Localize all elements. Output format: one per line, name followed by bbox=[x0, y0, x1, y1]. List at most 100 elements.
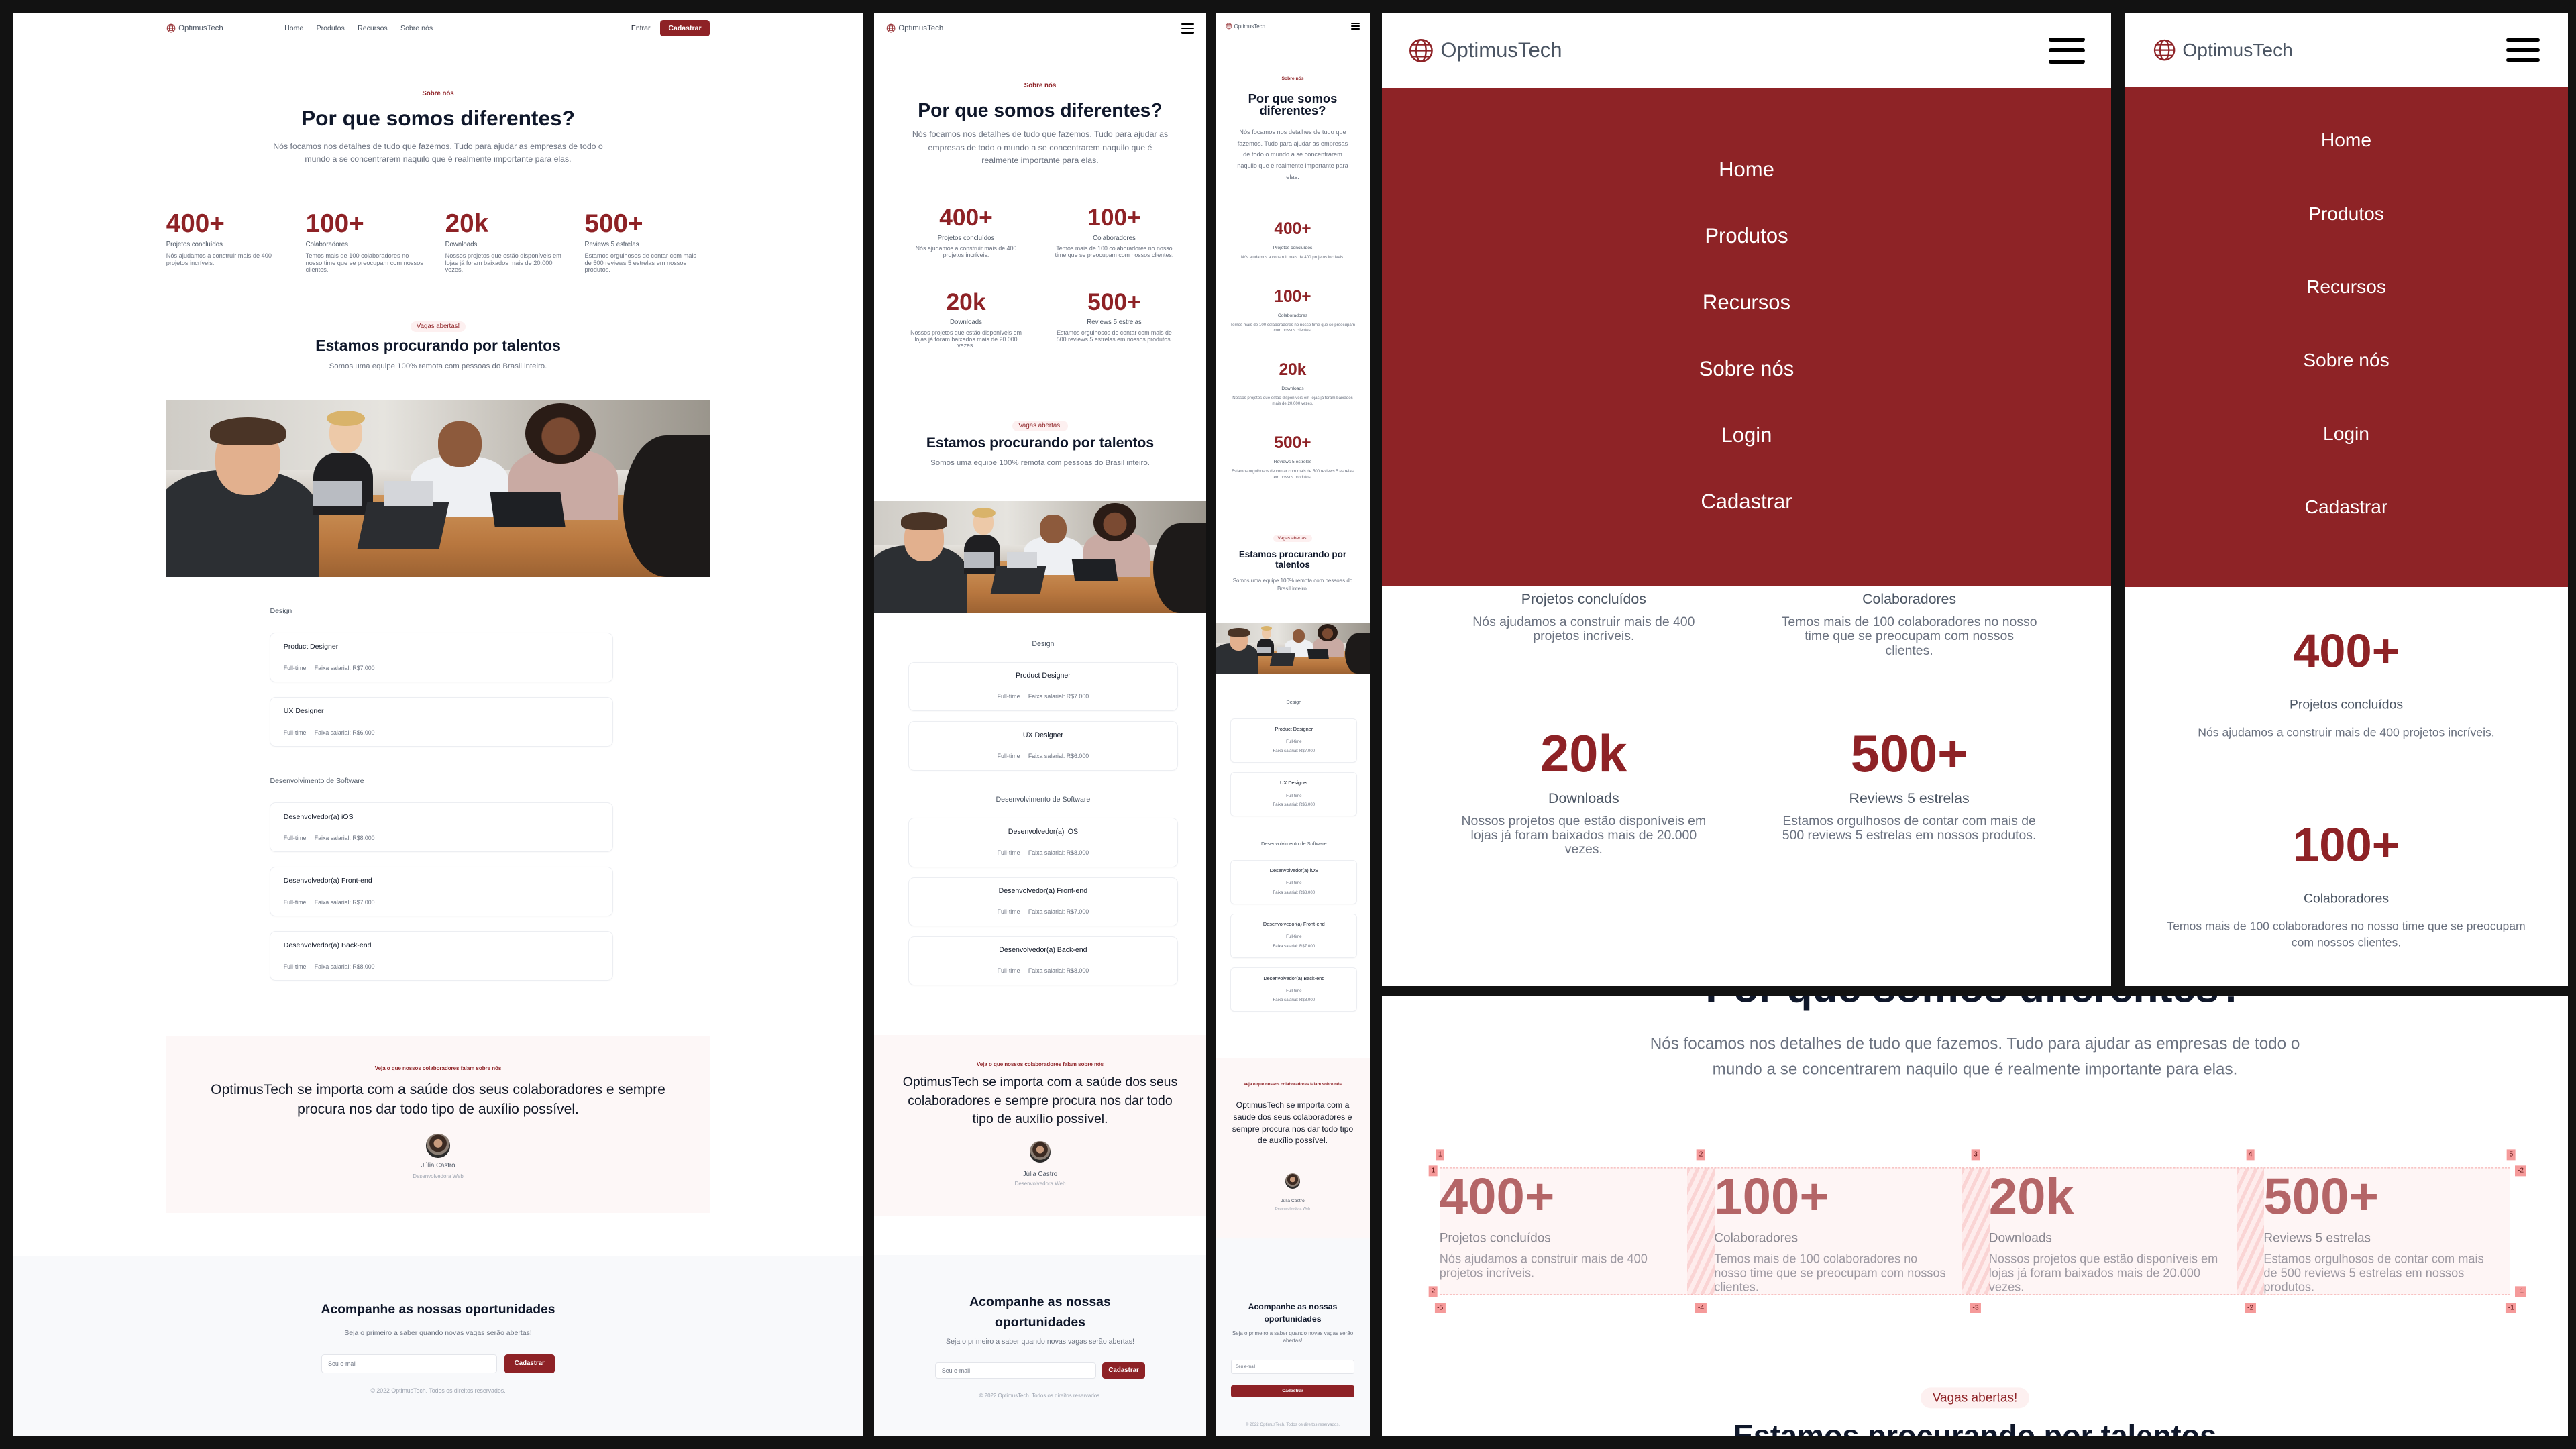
job-card-product-designer[interactable]: Product Designer Full-time Faixa salarial:… bbox=[270, 633, 614, 682]
stat-item: 500+ Reviews 5 estrelas Estamos orgulhosos… bbox=[1229, 434, 1356, 480]
hamburger-icon[interactable] bbox=[1181, 23, 1195, 34]
job-card-desenvolvedor-a-ios[interactable]: Desenvolvedor(a) iOS Full-time Faixa salar… bbox=[908, 818, 1178, 867]
job-salary: Faixa salarial: R$8.000 bbox=[314, 835, 375, 842]
job-card-desenvolvedor-a-ios[interactable]: Desenvolvedor(a) iOS Full-time Faixa salar… bbox=[270, 802, 614, 853]
stat-description: Nossos projetos que estão disponíveis em… bbox=[1461, 813, 1707, 857]
job-card-desenvolvedor-a-ios[interactable]: Desenvolvedor(a) iOS Full-time Faixa salar… bbox=[1230, 859, 1358, 904]
stat-item: 100+ Colaboradores Temos mais de 100 colab… bbox=[306, 209, 431, 274]
job-card-desenvolvedor-a-front-end[interactable]: Desenvolvedor(a) Front-end Full-time Faixa… bbox=[908, 877, 1178, 927]
stat-label: Colaboradores bbox=[1862, 590, 1957, 607]
stat-label: Projetos concluídos bbox=[1273, 246, 1313, 251]
footer-copyright: © 2022 OptimusTech. Todos os direitos re… bbox=[1245, 1421, 1340, 1427]
stat-label: Colaboradores bbox=[1093, 234, 1136, 242]
globe-icon bbox=[1408, 38, 1434, 64]
stat-description: Estamos orgulhosos de contar com mais de… bbox=[1056, 329, 1173, 343]
footer-copyright: © 2022 OptimusTech. Todos os direitos re… bbox=[979, 1393, 1102, 1399]
brand-logo[interactable]: OptimusTech bbox=[1226, 23, 1265, 30]
brand-logo[interactable]: OptimusTech bbox=[166, 23, 223, 33]
menu-item-recursos[interactable]: Recursos bbox=[1703, 287, 1790, 319]
email-input[interactable] bbox=[1231, 1359, 1354, 1374]
login-link[interactable]: Entrar bbox=[631, 24, 651, 32]
menu-item-produtos[interactable]: Produtos bbox=[2308, 199, 2384, 227]
stat-item: 500+ Reviews 5 estrelas Estamos orgulhosos… bbox=[584, 209, 710, 274]
job-card-product-designer[interactable]: Product Designer Full-time Faixa salarial:… bbox=[1230, 718, 1358, 763]
menu-item-cadastrar[interactable]: Cadastrar bbox=[1701, 486, 1792, 518]
brand-logo[interactable]: OptimusTech bbox=[2153, 38, 2293, 62]
photo-shape bbox=[209, 417, 286, 446]
job-type: Full-time bbox=[283, 664, 307, 672]
open-positions-badge: Vagas abertas! bbox=[1273, 535, 1312, 543]
job-group-label: Design bbox=[270, 606, 292, 615]
grid-line-label: 1 bbox=[1429, 1165, 1438, 1177]
job-title: Desenvolvedor(a) Back-end bbox=[999, 946, 1087, 955]
photo-shape bbox=[1228, 628, 1250, 637]
newsletter-form: Cadastrar bbox=[874, 1362, 1206, 1379]
website-viewport: Por que somos diferentes? Nós focamos nos… bbox=[1382, 996, 2568, 1436]
photo-shape bbox=[1277, 646, 1291, 654]
hamburger-bar bbox=[2048, 48, 2086, 53]
job-salary: Faixa salarial: R$7.000 bbox=[314, 664, 375, 672]
website-viewport: 400+Projetos concluídosNós ajudamos a co… bbox=[1382, 13, 2111, 986]
desktop-preview: Sobre nós Por que somos diferentes? Nós fo… bbox=[13, 13, 863, 1436]
globe-icon bbox=[1226, 23, 1232, 30]
hamburger-icon[interactable] bbox=[1350, 22, 1360, 30]
menu-item-recursos[interactable]: Recursos bbox=[2306, 272, 2386, 301]
mobile-preview: Sobre nós Por que somos diferentes? Nós fo… bbox=[1216, 13, 1370, 1436]
menu-item-login[interactable]: Login bbox=[1721, 420, 1772, 451]
nav-link-home[interactable]: Home bbox=[284, 24, 303, 32]
email-input[interactable] bbox=[321, 1354, 497, 1373]
job-card-desenvolvedor-a-front-end[interactable]: Desenvolvedor(a) Front-end Full-time Faixa… bbox=[1230, 913, 1358, 959]
menu-item-sobre-nos[interactable]: Sobre nós bbox=[1699, 354, 1794, 385]
photo-shape bbox=[490, 492, 566, 527]
job-card-ux-designer[interactable]: UX Designer Full-time Faixa salarial: R$6.… bbox=[908, 721, 1178, 771]
stat-label: Reviews 5 estrelas bbox=[584, 241, 639, 249]
testimonial-quote: OptimusTech se importa com a saúde dos s… bbox=[902, 1075, 1178, 1127]
newsletter-signup-button[interactable]: Cadastrar bbox=[1102, 1362, 1145, 1379]
hamburger-icon[interactable] bbox=[2048, 37, 2086, 64]
page-content: Sobre nós Por que somos diferentes? Nós fo… bbox=[874, 13, 1206, 1436]
job-card-desenvolvedor-a-back-end[interactable]: Desenvolvedor(a) Back-end Full-time Faixa … bbox=[270, 930, 614, 981]
brand-logo[interactable]: OptimusTech bbox=[886, 23, 943, 33]
photo-shape bbox=[1269, 652, 1296, 666]
menu-item-produtos[interactable]: Produtos bbox=[1705, 221, 1788, 252]
newsletter-signup-button[interactable]: Cadastrar bbox=[1231, 1385, 1354, 1398]
nav-link-recursos[interactable]: Recursos bbox=[358, 24, 388, 32]
signup-button[interactable]: Cadastrar bbox=[659, 19, 710, 37]
job-card-desenvolvedor-a-back-end[interactable]: Desenvolvedor(a) Back-end Full-time Faixa … bbox=[908, 936, 1178, 986]
job-meta: Full-time Faixa salarial: R$6.000 bbox=[1231, 792, 1356, 810]
job-card-ux-designer[interactable]: UX Designer Full-time Faixa salarial: R$6.… bbox=[270, 696, 614, 747]
website-viewport: Sobre nós Por que somos diferentes? Nós fo… bbox=[13, 13, 863, 1436]
stat-item: 100+ Colaboradores Temos mais de 100 colab… bbox=[2163, 818, 2529, 951]
stat-label: Reviews 5 estrelas bbox=[1273, 460, 1312, 465]
menu-item-home[interactable]: Home bbox=[2321, 125, 2371, 154]
job-meta: Full-time Faixa salarial: R$7.000 bbox=[1231, 932, 1356, 951]
menu-item-home[interactable]: Home bbox=[1719, 154, 1774, 186]
job-title: Product Designer bbox=[1015, 672, 1071, 680]
job-card-desenvolvedor-a-back-end[interactable]: Desenvolvedor(a) Back-end Full-time Faixa … bbox=[1230, 967, 1358, 1012]
job-card-desenvolvedor-a-front-end[interactable]: Desenvolvedor(a) Front-end Full-time Faixa… bbox=[270, 867, 614, 916]
menu-item-sobre-nos[interactable]: Sobre nós bbox=[2303, 345, 2390, 374]
job-salary: Faixa salarial: R$8.000 bbox=[314, 963, 375, 970]
hamburger-bar bbox=[1181, 23, 1195, 25]
hamburger-icon[interactable] bbox=[2506, 38, 2540, 62]
email-input[interactable] bbox=[935, 1362, 1096, 1379]
grid-line-label: 5 bbox=[2507, 1149, 2516, 1161]
brand-name: OptimusTech bbox=[178, 23, 223, 32]
stat-label: Downloads bbox=[445, 241, 478, 249]
menu-item-login[interactable]: Login bbox=[2323, 419, 2369, 447]
brand-logo[interactable]: OptimusTech bbox=[1408, 38, 1562, 64]
nav-link-produtos[interactable]: Produtos bbox=[317, 24, 345, 32]
page-title: Por que somos diferentes? bbox=[1382, 996, 2568, 1014]
stat-label: Downloads bbox=[1281, 386, 1304, 392]
newsletter-signup-button[interactable]: Cadastrar bbox=[504, 1354, 555, 1373]
menu-item-cadastrar[interactable]: Cadastrar bbox=[2305, 492, 2388, 521]
nav-link-sobre-nos[interactable]: Sobre nós bbox=[400, 24, 433, 32]
stat-description: Temos mais de 100 colaboradores no nosso… bbox=[1055, 245, 1174, 259]
photo-shape bbox=[1152, 523, 1206, 613]
mobile-menu: Home Produtos Recursos Sobre nós Login Cadast… bbox=[2125, 87, 2568, 587]
job-card-ux-designer[interactable]: UX Designer Full-time Faixa salarial: R$6.… bbox=[1230, 771, 1358, 817]
job-listings: Design Product Designer Full-time Faixa sal… bbox=[270, 606, 614, 981]
hamburger-bar bbox=[1350, 25, 1360, 27]
job-card-product-designer[interactable]: Product Designer Full-time Faixa salarial:… bbox=[908, 661, 1178, 712]
job-salary: Faixa salarial: R$8.000 bbox=[1028, 849, 1089, 856]
